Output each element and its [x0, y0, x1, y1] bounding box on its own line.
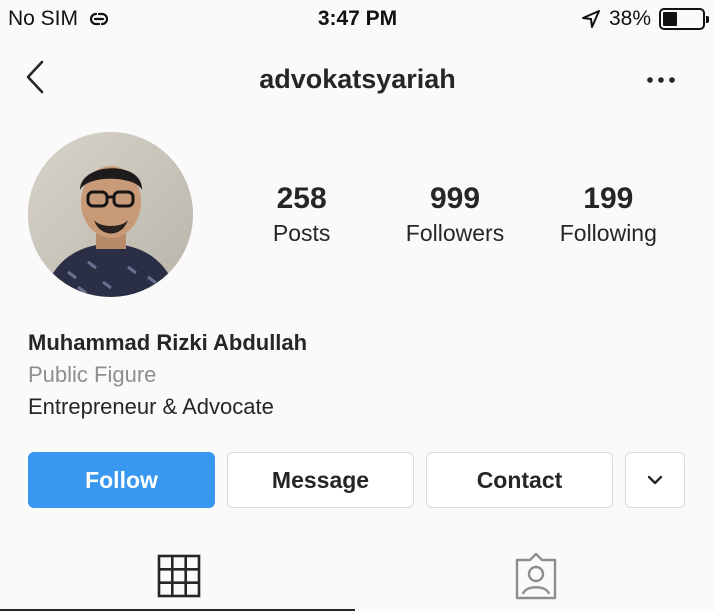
contact-button[interactable]: Contact: [426, 452, 613, 508]
follow-button[interactable]: Follow: [28, 452, 215, 508]
chevron-down-icon: [647, 475, 663, 485]
following-label: Following: [559, 220, 657, 246]
following-count: 199: [583, 182, 634, 215]
profile-stats: 258 Posts 999 Followers 199 Following: [225, 180, 685, 248]
page-title: advokatsyariah: [259, 64, 456, 94]
location-arrow-icon: [581, 10, 600, 28]
more-options-button[interactable]: [641, 62, 685, 98]
avatar[interactable]: [28, 132, 193, 297]
battery-icon: [659, 8, 709, 30]
posts-stat[interactable]: 258 Posts: [225, 180, 378, 248]
battery-percent: 38%: [608, 7, 651, 30]
followers-stat[interactable]: 999 Followers: [378, 180, 531, 248]
grid-icon: [157, 554, 200, 597]
posts-label: Posts: [272, 220, 331, 246]
followers-count: 999: [429, 182, 481, 215]
more-dots-icon: [647, 77, 675, 83]
profile-tabs: [0, 540, 715, 611]
followers-label: Followers: [405, 220, 505, 246]
status-right: 38%: [581, 7, 709, 31]
profile-bio-text: Entrepreneur & Advocate: [28, 394, 274, 419]
profile-category: Public Figure: [28, 362, 157, 387]
profile-bio: Muhammad Rizki Abdullah Public Figure En…: [28, 327, 307, 423]
battery-fill: [663, 12, 677, 26]
tagged-icon: [515, 552, 556, 599]
posts-count: 258: [276, 182, 327, 215]
following-stat[interactable]: 199 Following: [532, 180, 685, 248]
suggested-dropdown-button[interactable]: [625, 452, 685, 508]
status-bar: No SIM 3:47 PM 38%: [0, 0, 715, 38]
nav-bar: advokatsyariah: [0, 44, 715, 114]
avatar-image: [28, 132, 193, 297]
tab-tagged[interactable]: [357, 540, 714, 611]
message-button[interactable]: Message: [227, 452, 414, 508]
tab-grid[interactable]: [0, 540, 357, 611]
profile-name: Muhammad Rizki Abdullah: [28, 330, 308, 355]
